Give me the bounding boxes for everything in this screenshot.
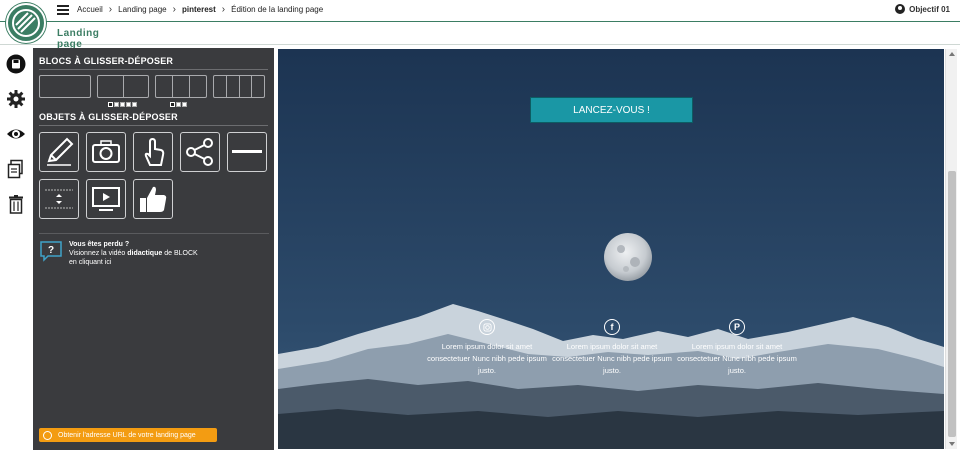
eye-icon[interactable] [6, 124, 26, 144]
help-line-1: Vous êtes perdu ? [69, 241, 130, 248]
trash-icon[interactable] [6, 194, 26, 214]
object-separator[interactable] [227, 132, 267, 172]
facebook-icon[interactable]: f [604, 319, 620, 335]
share-icon [186, 138, 213, 166]
objects-list [39, 132, 269, 219]
tab-row: Landing page [0, 22, 960, 56]
object-like[interactable] [133, 179, 173, 219]
help-line-3: en cliquant ici [69, 259, 112, 266]
instagram-icon[interactable] [479, 319, 495, 335]
separator-icon [232, 150, 262, 153]
chevron-right-icon: › [172, 3, 176, 15]
app-logo[interactable] [6, 3, 46, 43]
preview-scrollbar[interactable] [945, 49, 957, 449]
get-url-button[interactable]: Obtenir l'adresse URL de votre landing p… [39, 428, 217, 442]
object-share[interactable] [180, 132, 220, 172]
svg-text:?: ? [48, 245, 54, 256]
logo-mark-icon [12, 9, 40, 37]
block-1-column[interactable] [39, 75, 91, 98]
question-bubble-icon: ? [40, 241, 62, 262]
breadcrumb-pinterest[interactable]: pinterest [182, 5, 216, 14]
social-text: Lorem ipsum dolor sit amet consectetuer … [677, 342, 797, 375]
user-icon [895, 4, 906, 14]
help-line-2: Visionnez la vidéo didactique de BLOCK [69, 249, 198, 258]
social-column-instagram: Lorem ipsum dolor sit amet consectetuer … [427, 319, 547, 377]
scroll-down-arrow-icon[interactable] [949, 442, 955, 446]
scroll-thumb[interactable] [948, 171, 956, 437]
social-text: Lorem ipsum dolor sit amet consectetuer … [552, 342, 672, 375]
blocks-title: BLOCS À GLISSER-DÉPOSER [39, 56, 268, 70]
help-video-link[interactable]: ? Vous êtes perdu ? Visionnez la vidéo d… [39, 233, 269, 267]
menu-icon[interactable] [57, 5, 69, 15]
breadcrumb-landing-page[interactable]: Landing page [118, 5, 167, 14]
object-button[interactable] [133, 132, 173, 172]
chevron-right-icon: › [108, 3, 113, 15]
thumbs-up-icon [140, 186, 167, 212]
builder-panel: BLOCS À GLISSER-DÉPOSER OBJETS À GLISSER… [33, 48, 274, 450]
camera-icon [92, 140, 120, 163]
blocks-list [39, 75, 268, 98]
object-spacer[interactable] [39, 179, 79, 219]
objects-title: OBJETS À GLISSER-DÉPOSER [39, 112, 268, 126]
scroll-up-arrow-icon[interactable] [949, 52, 955, 56]
get-url-label: Obtenir l'adresse URL de votre landing p… [58, 431, 196, 439]
social-column-pinterest: P Lorem ipsum dolor sit amet consectetue… [677, 319, 797, 377]
video-icon [92, 187, 120, 211]
cta-button[interactable]: LANCEZ-VOUS ! [530, 97, 693, 123]
pointer-hand-icon [144, 137, 165, 166]
help-line-2-part-1: Visionnez la vidéo [69, 250, 128, 257]
block-2-columns[interactable] [97, 75, 149, 98]
save-icon[interactable] [6, 54, 26, 74]
block-4-columns[interactable] [213, 75, 265, 98]
object-text[interactable] [39, 132, 79, 172]
block-3-variant-selector[interactable] [170, 102, 187, 107]
breadcrumb-current: Édition de la landing page [231, 5, 324, 14]
landing-preview[interactable]: LANCEZ-VOUS ! Lorem ipsum dolor sit amet… [278, 49, 944, 449]
spacer-icon [45, 189, 73, 209]
globe-icon [43, 430, 52, 440]
social-column-facebook: f Lorem ipsum dolor sit amet consectetue… [552, 319, 672, 377]
pinterest-icon[interactable]: P [729, 319, 745, 335]
social-text: Lorem ipsum dolor sit amet consectetuer … [427, 342, 547, 375]
user-name: Objectif 01 [909, 4, 950, 14]
gear-icon[interactable] [6, 89, 26, 109]
breadcrumb: Accueil › Landing page › pinterest › Édi… [77, 3, 324, 15]
duplicate-icon[interactable] [6, 159, 26, 179]
block-3-columns[interactable] [155, 75, 207, 98]
top-bar: Accueil › Landing page › pinterest › Édi… [0, 0, 960, 22]
help-line-2-part-3: de BLOCK [162, 250, 198, 257]
breadcrumb-home[interactable]: Accueil [77, 5, 103, 14]
chevron-right-icon: › [221, 3, 226, 15]
help-line-2-bold: didactique [127, 250, 163, 257]
tool-strip [5, 50, 29, 450]
help-text: Vous êtes perdu ? Visionnez la vidéo did… [69, 240, 198, 267]
object-image[interactable] [86, 132, 126, 172]
object-video[interactable] [86, 179, 126, 219]
block-2-variant-selector[interactable] [108, 102, 137, 107]
pencil-icon [47, 137, 74, 166]
user-menu[interactable]: Objectif 01 [895, 4, 950, 14]
